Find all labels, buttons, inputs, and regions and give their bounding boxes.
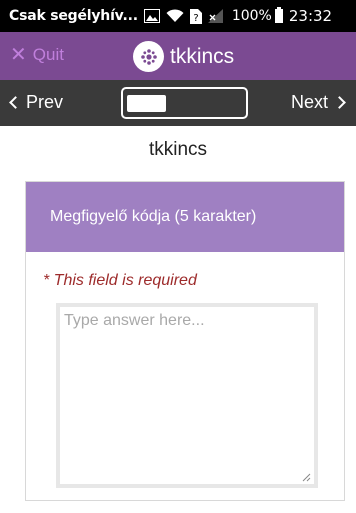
app-brand: tkkincs: [133, 41, 234, 72]
svg-text:?: ?: [193, 13, 198, 24]
status-bar: Csak segélyhív... ? 100% 23:32: [0, 0, 356, 32]
no-signal-icon: [207, 9, 224, 23]
battery-icon: [274, 7, 283, 23]
wifi-icon: [166, 9, 184, 23]
next-button[interactable]: Next: [291, 92, 346, 113]
resize-handle-icon[interactable]: [301, 472, 311, 482]
app-bar: ✕ Quit tkkincs: [0, 32, 356, 80]
app-logo-icon: [133, 41, 164, 72]
close-icon: ✕: [10, 44, 27, 66]
question-label: Megfigyelő kódja (5 karakter): [26, 182, 344, 252]
answer-input[interactable]: [56, 303, 318, 488]
quit-button[interactable]: ✕ Quit: [10, 45, 64, 65]
prev-button[interactable]: Prev: [8, 92, 63, 113]
app-title: tkkincs: [170, 44, 235, 68]
required-message: * This field is required: [43, 272, 197, 289]
navigation-bar: Prev Next: [0, 80, 356, 126]
prev-label: Prev: [26, 92, 64, 112]
chevron-left-icon: [9, 96, 22, 109]
progress-fill: [127, 95, 166, 112]
sim-unknown-icon: ?: [189, 8, 202, 24]
clock: 23:32: [288, 7, 333, 25]
quit-label: Quit: [32, 45, 64, 64]
question-card: Megfigyelő kódja (5 karakter) * This fie…: [25, 181, 345, 501]
next-label: Next: [290, 92, 328, 112]
image-icon: [143, 9, 160, 23]
chevron-right-icon: [333, 96, 346, 109]
progress-bar: [121, 87, 248, 119]
carrier-label: Csak segélyhív...: [9, 8, 138, 24]
battery-percent: 100%: [231, 8, 272, 24]
form-title: tkkincs: [148, 139, 208, 160]
